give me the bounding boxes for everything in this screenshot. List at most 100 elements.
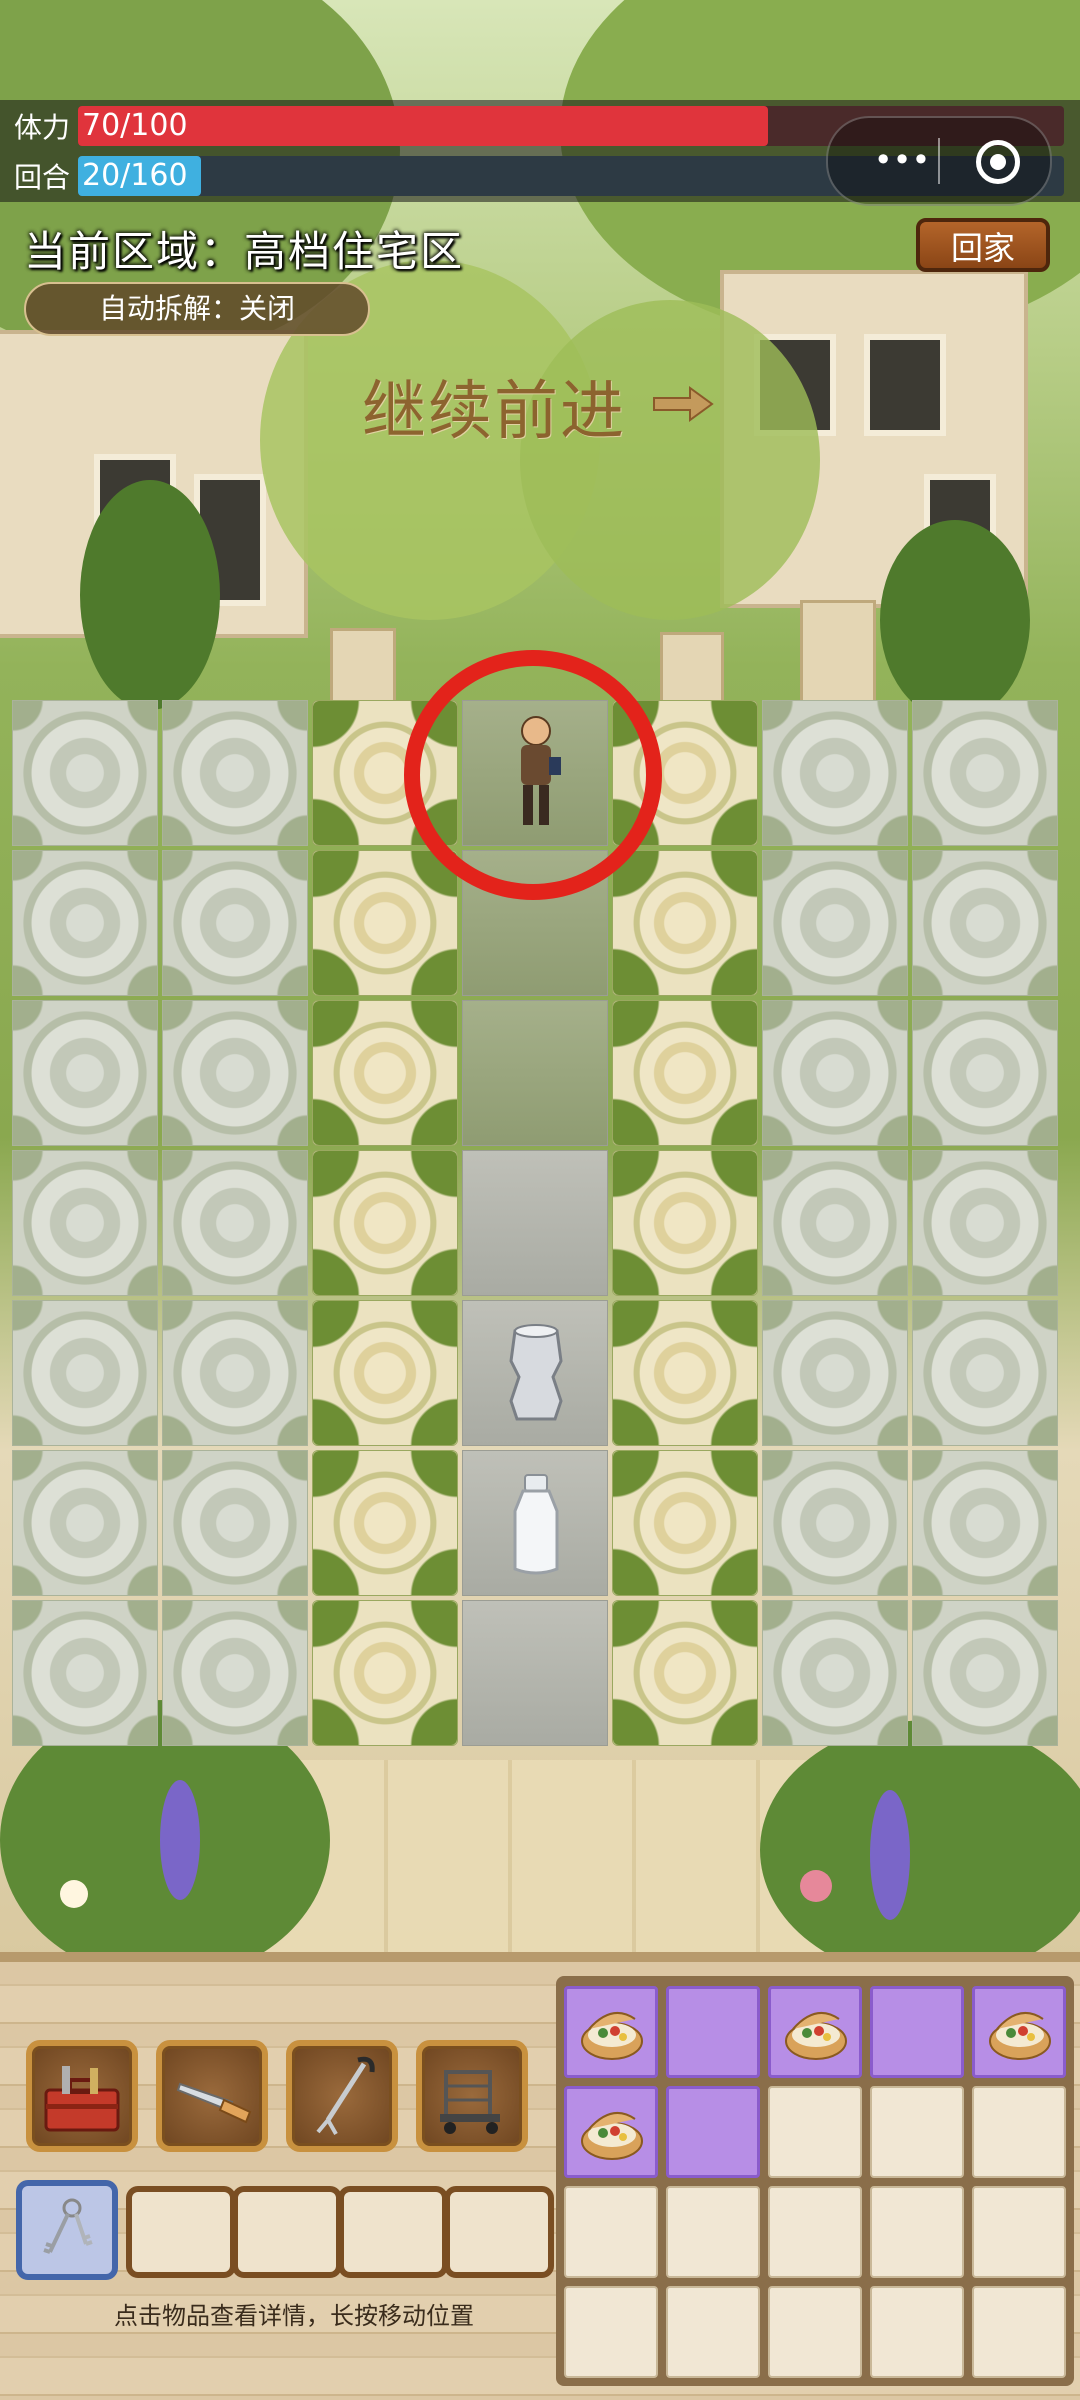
inventory-cell-empty[interactable]: [564, 2286, 658, 2378]
inventory-grid: [556, 1976, 1074, 2386]
map-tile-garden[interactable]: [612, 1000, 758, 1146]
map-tile-stone[interactable]: [762, 1600, 908, 1746]
grabber-tool-icon: [316, 2056, 375, 2135]
inventory-cell-empty[interactable]: [768, 2186, 862, 2278]
quick-slot-keys[interactable]: [16, 2180, 118, 2280]
glass-bottle-icon[interactable]: [463, 1451, 609, 1597]
map-tile-stone[interactable]: [762, 700, 908, 846]
flower-bush: [760, 1720, 1080, 1960]
map-tile-garden[interactable]: [612, 1450, 758, 1596]
inventory-cell-empty[interactable]: [870, 2086, 964, 2178]
tool-slot[interactable]: [26, 2040, 138, 2152]
map-tile-stone[interactable]: [762, 1450, 908, 1596]
inventory-cell-empty[interactable]: [870, 2186, 964, 2278]
map-tile-path[interactable]: [462, 1150, 608, 1296]
map-tile-garden[interactable]: [612, 850, 758, 996]
more-options-icon[interactable]: •••: [864, 144, 940, 176]
map-tile-stone[interactable]: [162, 700, 308, 846]
inventory-cell-empty[interactable]: [870, 2286, 964, 2378]
map-tile-garden[interactable]: [312, 1600, 458, 1746]
auto-dismantle-toggle[interactable]: 自动拆解：关闭: [24, 282, 370, 336]
usage-hint: 点击物品查看详情，长按移动位置: [114, 2302, 474, 2330]
map-tile-stone[interactable]: [12, 850, 158, 996]
map-tile-stone[interactable]: [12, 1000, 158, 1146]
map-tile-stone[interactable]: [912, 1000, 1058, 1146]
forward-arrow-icon: [653, 386, 714, 422]
map-tile-stone[interactable]: [912, 1600, 1058, 1746]
white-flower: [60, 1880, 88, 1908]
map-tile-stone[interactable]: [912, 1300, 1058, 1446]
map-tile-garden[interactable]: [312, 1150, 458, 1296]
go-home-button[interactable]: 回家: [916, 218, 1050, 272]
map-tile-stone[interactable]: [162, 850, 308, 996]
inventory-cell-occupied[interactable]: [870, 1986, 964, 2078]
map-tile-path[interactable]: [462, 1450, 608, 1596]
inventory-cell-empty[interactable]: [666, 2286, 760, 2378]
quick-slot-empty[interactable]: [338, 2186, 448, 2278]
close-program-icon[interactable]: [976, 140, 1020, 184]
map-tile-stone[interactable]: [12, 1450, 158, 1596]
quick-slot-empty[interactable]: [232, 2186, 342, 2278]
quick-slot-empty[interactable]: [126, 2186, 236, 2278]
mini-program-capsule: •••: [826, 116, 1052, 206]
lunch-basket-icon: [771, 1989, 859, 2081]
map-tile-stone[interactable]: [162, 1300, 308, 1446]
map-tile-stone[interactable]: [162, 1600, 308, 1746]
crushed-can-icon[interactable]: [463, 1301, 609, 1447]
map-tile-garden[interactable]: [312, 1450, 458, 1596]
gate-pillar: [800, 600, 876, 710]
tool-slot[interactable]: [286, 2040, 398, 2152]
inventory-cell-occupied[interactable]: [666, 1986, 760, 2078]
map-tile-stone[interactable]: [762, 850, 908, 996]
tool-slot[interactable]: [156, 2040, 268, 2152]
inventory-cell-empty[interactable]: [768, 2286, 862, 2378]
map-tile-stone[interactable]: [162, 1150, 308, 1296]
map-tile-stone[interactable]: [762, 1000, 908, 1146]
map-tile-garden[interactable]: [612, 1150, 758, 1296]
map-tile-stone[interactable]: [912, 1150, 1058, 1296]
map-tile-garden[interactable]: [612, 1300, 758, 1446]
turn-value: 20/160: [82, 158, 188, 193]
map-tile-stone[interactable]: [912, 850, 1058, 996]
inventory-cell-occupied[interactable]: [768, 1986, 862, 2078]
tool-slot[interactable]: [416, 2040, 528, 2152]
inventory-cell-occupied[interactable]: [564, 2086, 658, 2178]
quick-slot-empty[interactable]: [444, 2186, 554, 2278]
map-tile-path[interactable]: [462, 1000, 608, 1146]
map-tile-garden[interactable]: [312, 850, 458, 996]
map-tile-stone[interactable]: [762, 1300, 908, 1446]
shrub: [80, 480, 220, 710]
map-tile-path[interactable]: [462, 1300, 608, 1446]
tree-canopy: [520, 300, 820, 620]
lavender-flower: [160, 1780, 200, 1900]
map-tile-garden[interactable]: [612, 1600, 758, 1746]
continue-forward-sign[interactable]: 继续前进: [362, 360, 626, 452]
inventory-cell-empty[interactable]: [972, 2086, 1066, 2178]
inventory-cell-occupied[interactable]: [666, 2086, 760, 2178]
map-tile-stone[interactable]: [162, 1000, 308, 1146]
inventory-cell-empty[interactable]: [564, 2186, 658, 2278]
map-tile-path[interactable]: [462, 1600, 608, 1746]
inventory-cell-occupied[interactable]: [972, 1986, 1066, 2078]
map-tile-stone[interactable]: [12, 1600, 158, 1746]
map-tile-stone[interactable]: [762, 1150, 908, 1296]
hand-cart-icon: [440, 2070, 500, 2134]
map-tile-stone[interactable]: [12, 1300, 158, 1446]
map-tile-garden[interactable]: [312, 1300, 458, 1446]
lunch-basket-icon: [567, 1989, 655, 2081]
map-tile-stone[interactable]: [912, 1450, 1058, 1596]
inventory-cell-empty[interactable]: [972, 2186, 1066, 2278]
map-tile-garden[interactable]: [312, 1000, 458, 1146]
inventory-cell-empty[interactable]: [768, 2086, 862, 2178]
inventory-cell-empty[interactable]: [666, 2186, 760, 2278]
map-tile-stone[interactable]: [162, 1450, 308, 1596]
map-tile-stone[interactable]: [912, 700, 1058, 846]
toolbox-icon: [44, 2066, 120, 2132]
map-tile-stone[interactable]: [12, 700, 158, 846]
lavender-flower: [870, 1790, 910, 1920]
inventory-cell-occupied[interactable]: [564, 1986, 658, 2078]
map-tile-stone[interactable]: [12, 1150, 158, 1296]
current-area-title: 当前区域：高档住宅区: [24, 227, 465, 276]
inventory-cell-empty[interactable]: [972, 2286, 1066, 2378]
lunch-basket-icon: [567, 2089, 655, 2181]
